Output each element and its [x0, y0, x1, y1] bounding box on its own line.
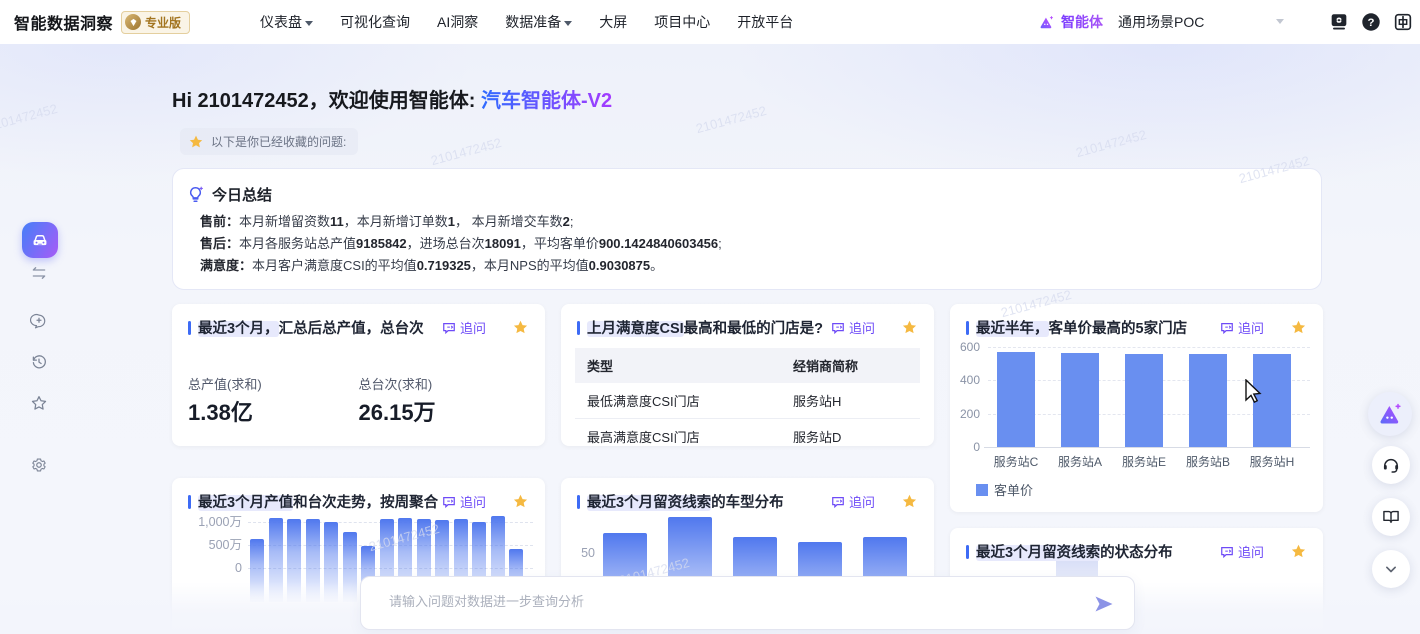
favorite-star-icon[interactable] — [512, 319, 529, 336]
card-title: 最近3个月留资线索的状态分布 — [976, 541, 1220, 562]
kpi-row: 总产值(求和) 1.38亿 总台次(求和) 26.15万 — [172, 374, 545, 427]
agent-name: 汽车智能体-V2 — [481, 90, 612, 112]
daily-summary-card: 今日总结 售前：本月新增留资数11，本月新增订单数1， 本月新增交车数2; 售后… — [172, 168, 1322, 290]
docs-book-button[interactable] — [1372, 498, 1410, 536]
top-bar: 智能数据洞察 专业版 仪表盘 可视化查询 AI洞察 数据准备 大屏 项目中心 开放平台 智能… — [0, 0, 1420, 44]
agent-mountain-icon — [1038, 14, 1055, 31]
card-title: 最近半年，客单价最高的5家门店 — [976, 317, 1220, 338]
title-accent-bar — [577, 321, 580, 335]
followup-chat-icon — [442, 321, 456, 335]
card-csi-stores: 上月满意度CSI最高和最低的门店是? 追问 类型经销商简称最低满意度CSI门店服… — [561, 304, 934, 446]
welcome-heading: Hi 2101472452，欢迎使用智能体: 汽车智能体-V2 — [172, 84, 612, 113]
bar-服务站C[interactable] — [997, 352, 1035, 447]
chevron-down-icon — [305, 21, 313, 26]
scroll-down-button[interactable] — [1372, 550, 1410, 588]
star-icon — [188, 134, 204, 150]
followup-button[interactable]: 追问 — [1220, 542, 1264, 561]
title-accent-bar — [188, 321, 191, 335]
welcome-greeting: Hi 2101472452，欢迎使用智能体: — [172, 90, 475, 112]
favorites-star-icon[interactable] — [30, 394, 48, 412]
followup-chat-icon — [1220, 545, 1234, 559]
workspace-select[interactable]: 通用场景POC — [1118, 0, 1204, 44]
page-body: Hi 2101472452，欢迎使用智能体: 汽车智能体-V2 以下是你已经收藏… — [0, 44, 1420, 634]
nav-item[interactable]: AI洞察 — [437, 12, 478, 32]
favorite-star-icon[interactable] — [1290, 319, 1307, 336]
title-accent-bar — [966, 321, 969, 335]
followup-chat-icon — [831, 321, 845, 335]
bulb-icon — [186, 185, 205, 204]
kpi-total-visits: 总台次(求和) 26.15万 — [359, 374, 530, 427]
table-header-row: 类型经销商简称 — [575, 348, 920, 383]
followup-button[interactable]: 追问 — [831, 318, 875, 337]
watermark: 2101472452 — [1074, 127, 1148, 160]
history-icon[interactable] — [30, 353, 48, 371]
bar-服务站E[interactable] — [1125, 354, 1163, 447]
summary-line-presale: 售前：本月新增留资数11，本月新增订单数1， 本月新增交车数2; — [200, 211, 722, 233]
medal-icon — [125, 14, 141, 30]
help-icon[interactable]: ? — [1360, 11, 1382, 33]
settings-gear-icon[interactable] — [30, 456, 48, 474]
bar-服务站A[interactable] — [1061, 353, 1099, 447]
nav-item[interactable]: 仪表盘 — [260, 12, 313, 32]
title-accent-bar — [966, 545, 969, 559]
bar-服务站B[interactable] — [1189, 354, 1227, 447]
favorites-hint-pill: 以下是你已经收藏的问题: — [180, 128, 358, 155]
legend-swatch — [976, 484, 988, 496]
chevron-down-icon — [1381, 559, 1401, 579]
console-settings-icon[interactable] — [1328, 11, 1350, 33]
bar-服务站H[interactable] — [1253, 354, 1291, 447]
followup-button[interactable]: 追问 — [442, 318, 486, 337]
nav-item[interactable]: 可视化查询 — [340, 12, 410, 32]
kpi-total-output: 总产值(求和) 1.38亿 — [188, 374, 359, 427]
ai-assistant-button[interactable] — [1368, 392, 1412, 436]
chevron-down-icon — [564, 21, 572, 26]
main-nav: 仪表盘 可视化查询 AI洞察 数据准备 大屏 项目中心 开放平台 — [260, 0, 793, 44]
nav-item[interactable]: 数据准备 — [505, 12, 572, 32]
followup-chat-icon — [1220, 321, 1234, 335]
nav-item[interactable]: 大屏 — [599, 12, 627, 32]
question-input[interactable] — [387, 586, 1051, 616]
panel-layout-icon[interactable] — [1392, 11, 1414, 33]
send-icon[interactable] — [1092, 592, 1116, 616]
top5-price-chart: 0200400600服务站C服务站A服务站E服务站B服务站H — [960, 340, 1316, 466]
nav-item-agent[interactable]: 智能体 — [1038, 0, 1103, 44]
followup-button[interactable]: 追问 — [1220, 318, 1264, 337]
csi-table: 类型经销商简称最低满意度CSI门店服务站H最高满意度CSI门店服务站D — [575, 348, 920, 446]
summary-line-satisfaction: 满意度：本月客户满意度CSI的平均值0.719325，本月NPS的平均值0.90… — [200, 255, 722, 277]
book-icon — [1381, 507, 1401, 527]
ai-mountain-icon — [1377, 401, 1403, 427]
legend-label: 客单价 — [994, 480, 1033, 499]
card-title: 上月满意度CSI最高和最低的门店是? — [587, 317, 831, 338]
svg-text:?: ? — [1368, 17, 1375, 29]
nav-item[interactable]: 开放平台 — [737, 12, 793, 32]
card-top5-price: 最近半年，客单价最高的5家门店 追问 0200400600服务站C服务站A服务站… — [950, 304, 1323, 512]
watermark: 2101472452 — [694, 103, 768, 136]
agent-car-button[interactable] — [22, 222, 58, 258]
left-rail — [0, 44, 78, 634]
app-logo: 智能数据洞察 — [14, 10, 113, 34]
swap-agents-icon[interactable] — [30, 264, 48, 282]
chart-legend: 客单价 — [976, 480, 1033, 499]
nav-item[interactable]: 项目中心 — [654, 12, 710, 32]
chevron-down-icon[interactable] — [1276, 19, 1284, 24]
ask-input-bar — [360, 576, 1135, 630]
table-row[interactable]: 最高满意度CSI门店服务站D — [575, 419, 920, 446]
summary-line-aftersale: 售后：本月各服务站总产值9185842，进场总台次18091，平均客单价900.… — [200, 233, 722, 255]
table-row[interactable]: 最低满意度CSI门店服务站H — [575, 383, 920, 419]
pro-version-badge: 专业版 — [121, 11, 190, 34]
card-total-output: 最近3个月，汇总后总产值，总台次 追问 总产值(求和) 1.38亿 总台次(求和… — [172, 304, 545, 446]
headset-icon — [1381, 455, 1401, 475]
car-icon — [29, 229, 51, 251]
summary-title: 今日总结 — [212, 184, 272, 205]
new-chat-icon[interactable] — [30, 312, 48, 330]
favorite-star-icon[interactable] — [901, 319, 918, 336]
watermark: 2101472452 — [429, 135, 503, 168]
favorite-star-icon[interactable] — [1290, 543, 1307, 560]
card-title: 最近3个月，汇总后总产值，总台次 — [198, 317, 442, 338]
support-headset-button[interactable] — [1372, 446, 1410, 484]
